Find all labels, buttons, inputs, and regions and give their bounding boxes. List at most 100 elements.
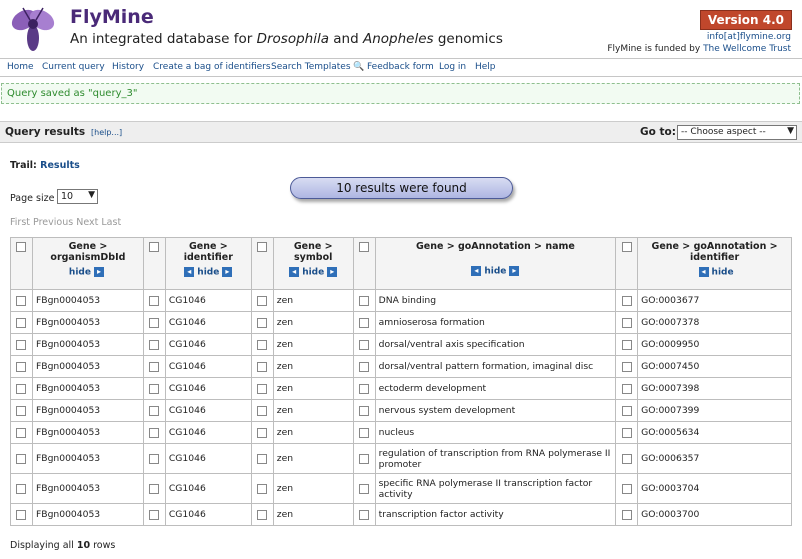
row-select-cell <box>615 311 639 334</box>
nav-search-templates[interactable]: Search Templates 🔍 <box>271 62 365 72</box>
row-checkbox[interactable] <box>359 295 370 306</box>
column-checkbox[interactable] <box>359 241 370 252</box>
row-checkbox[interactable] <box>16 509 27 520</box>
row-checkbox[interactable] <box>149 383 160 394</box>
row-checkbox[interactable] <box>16 405 27 416</box>
nav-feedback[interactable]: Feedback form <box>367 62 434 72</box>
row-checkbox[interactable] <box>149 427 160 438</box>
row-checkbox[interactable] <box>16 427 27 438</box>
row-checkbox[interactable] <box>149 483 160 494</box>
row-checkbox[interactable] <box>621 339 632 350</box>
row-checkbox[interactable] <box>621 317 632 328</box>
nav-current-query[interactable]: Current query <box>42 62 105 72</box>
hide-column-link[interactable]: hide <box>484 267 506 277</box>
contact-email-link[interactable]: info[at]flymine.org <box>707 32 791 42</box>
move-left-icon[interactable]: ◂ <box>471 266 482 276</box>
nav-home[interactable]: Home <box>7 62 34 72</box>
row-select-cell <box>615 377 639 400</box>
help-link[interactable]: [help...] <box>91 128 122 137</box>
row-checkbox[interactable] <box>359 427 370 438</box>
row-checkbox[interactable] <box>257 453 268 464</box>
row-select-cell <box>615 503 639 526</box>
row-checkbox[interactable] <box>257 339 268 350</box>
row-checkbox[interactable] <box>257 295 268 306</box>
row-checkbox[interactable] <box>621 427 632 438</box>
column-checkbox[interactable] <box>257 241 268 252</box>
column-checkbox[interactable] <box>16 241 27 252</box>
table-cell: zen <box>272 289 354 312</box>
row-checkbox[interactable] <box>149 405 160 416</box>
nav-help[interactable]: Help <box>475 62 496 72</box>
row-checkbox[interactable] <box>149 317 160 328</box>
funder-link[interactable]: The Wellcome Trust <box>703 44 791 54</box>
row-checkbox[interactable] <box>16 295 27 306</box>
nav-login[interactable]: Log in <box>439 62 466 72</box>
hide-column-link[interactable]: hide <box>69 268 91 278</box>
row-checkbox[interactable] <box>257 317 268 328</box>
row-checkbox[interactable] <box>257 509 268 520</box>
row-checkbox[interactable] <box>359 405 370 416</box>
row-select-cell <box>615 333 639 356</box>
hide-column-link[interactable]: hide <box>302 268 324 278</box>
column-title: Gene > <box>293 241 333 252</box>
aspect-select[interactable]: -- Choose aspect -- ▼ <box>677 125 797 140</box>
page-size-select[interactable]: 10 ▼ <box>57 189 98 204</box>
move-right-icon[interactable]: ▸ <box>93 267 104 277</box>
row-checkbox[interactable] <box>359 383 370 394</box>
row-checkbox[interactable] <box>149 509 160 520</box>
table-cell: zen <box>272 377 354 400</box>
row-checkbox[interactable] <box>149 361 160 372</box>
table-row: FBgn0004053 CG1046 zen regulation of transc… <box>10 443 792 474</box>
row-checkbox[interactable] <box>149 339 160 350</box>
column-checkbox[interactable] <box>149 241 160 252</box>
row-checkbox[interactable] <box>359 453 370 464</box>
row-checkbox[interactable] <box>257 361 268 372</box>
move-left-icon[interactable]: ◂ <box>698 267 709 277</box>
row-checkbox[interactable] <box>16 317 27 328</box>
row-checkbox[interactable] <box>359 361 370 372</box>
row-checkbox[interactable] <box>16 383 27 394</box>
row-checkbox[interactable] <box>149 295 160 306</box>
row-checkbox[interactable] <box>257 383 268 394</box>
row-checkbox[interactable] <box>621 509 632 520</box>
row-checkbox[interactable] <box>359 483 370 494</box>
row-checkbox[interactable] <box>621 383 632 394</box>
flymine-logo-icon[interactable] <box>8 4 58 56</box>
nav-history[interactable]: History <box>112 62 144 72</box>
row-checkbox[interactable] <box>257 483 268 494</box>
row-checkbox[interactable] <box>621 405 632 416</box>
column-subtitle: organismDbId <box>50 252 126 263</box>
row-checkbox[interactable] <box>257 405 268 416</box>
move-right-icon[interactable]: ▸ <box>222 267 233 277</box>
row-checkbox[interactable] <box>621 295 632 306</box>
row-checkbox[interactable] <box>621 453 632 464</box>
trail-link-results[interactable]: Results <box>40 160 80 171</box>
row-checkbox[interactable] <box>16 453 27 464</box>
hide-column-link[interactable]: hide <box>712 268 734 278</box>
column-controls: ◂ hide <box>641 267 788 278</box>
row-checkbox[interactable] <box>621 361 632 372</box>
column-checkbox[interactable] <box>621 241 632 252</box>
row-checkbox[interactable] <box>359 509 370 520</box>
table-cell: CG1046 <box>164 311 252 334</box>
row-checkbox[interactable] <box>149 453 160 464</box>
row-checkbox[interactable] <box>16 361 27 372</box>
nav-create-bag[interactable]: Create a bag of identifiers <box>153 62 271 72</box>
move-left-icon[interactable]: ◂ <box>289 267 300 277</box>
row-checkbox[interactable] <box>359 339 370 350</box>
row-checkbox[interactable] <box>621 483 632 494</box>
row-checkbox[interactable] <box>257 427 268 438</box>
row-select-cell <box>250 355 274 378</box>
row-checkbox[interactable] <box>359 317 370 328</box>
column-header-symbol: Gene > symbol ◂ hide ▸ <box>272 237 354 290</box>
move-left-icon[interactable]: ◂ <box>184 267 195 277</box>
move-right-icon[interactable]: ▸ <box>509 266 520 276</box>
tagline-species-1: Drosophila <box>256 31 329 47</box>
brand-title: FlyMine <box>70 6 154 28</box>
row-checkbox[interactable] <box>16 483 27 494</box>
row-checkbox[interactable] <box>16 339 27 350</box>
row-select-cell <box>352 473 376 504</box>
move-right-icon[interactable]: ▸ <box>327 267 338 277</box>
column-title: Gene > <box>188 241 228 252</box>
hide-column-link[interactable]: hide <box>197 268 219 278</box>
